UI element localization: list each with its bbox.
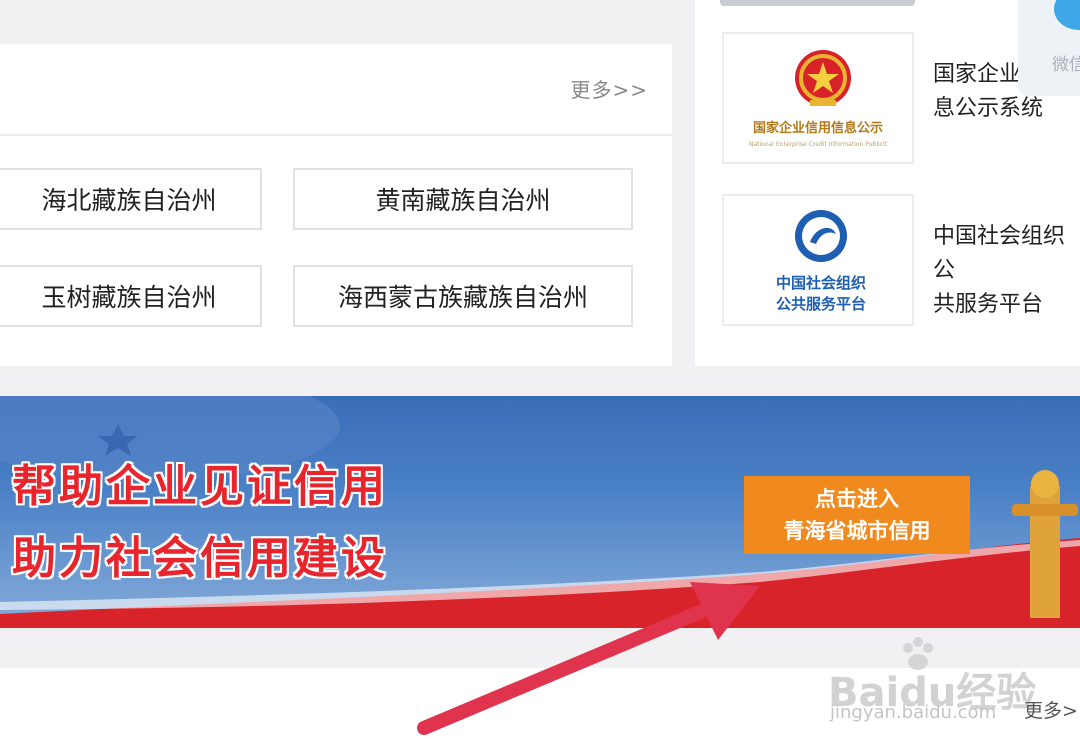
credit-banner[interactable]: 帮助企业见证信用 助力社会信用建设 点击进入 青海省城市信用 bbox=[0, 396, 1080, 628]
wechat-label: 微信 bbox=[1052, 55, 1080, 75]
social-org-logo[interactable]: 中国社会组织 公共服务平台 bbox=[722, 194, 914, 326]
enter-button-line1: 点击进入 bbox=[815, 487, 899, 511]
watermark-url: jingyan.baidu.com bbox=[830, 702, 997, 723]
logo-text-line1: 中国社会组织 bbox=[776, 274, 866, 292]
wechat-icon bbox=[1054, 0, 1080, 30]
enterprise-credit-logo[interactable]: 国家企业信用信息公示 National Enterprise Credit In… bbox=[722, 32, 914, 164]
social-org-emblem-icon: 中国社会组织 公共服务平台 bbox=[776, 210, 866, 313]
enter-button-line2: 青海省城市信用 bbox=[783, 519, 931, 543]
logo-text-en: National Enterprise Credit Information P… bbox=[749, 141, 888, 148]
logo-text-line2: 公共服务平台 bbox=[776, 295, 866, 313]
top-card-edge bbox=[720, 0, 915, 6]
baidu-watermark: Baidu经验 jingyan.baidu.com bbox=[828, 637, 1036, 728]
panel-header: 更多>> bbox=[0, 44, 672, 136]
region-button-haixi[interactable]: 海西蒙古族藏族自治州 bbox=[293, 265, 633, 327]
region-button-haibei[interactable]: 海北藏族自治州 bbox=[0, 168, 262, 230]
regions-panel: 更多>> 海北藏族自治州 黄南藏族自治州 玉树藏族自治州 海西蒙古族藏族自治州 bbox=[0, 44, 672, 366]
bottom-more-link[interactable]: 更多> bbox=[1024, 696, 1078, 723]
slogan-line1: 帮助企业见证信用 bbox=[12, 461, 388, 512]
social-org-link[interactable]: 中国社会组织公 共服务平台 bbox=[933, 220, 1080, 322]
slogan-line2: 助力社会信用建设 bbox=[12, 533, 388, 584]
logo-text-cn: 国家企业信用信息公示 bbox=[753, 120, 883, 136]
wechat-widget[interactable]: 微信 bbox=[1018, 0, 1080, 96]
national-emblem-icon: 国家企业信用信息公示 National Enterprise Credit In… bbox=[749, 50, 888, 148]
region-button-huangnan[interactable]: 黄南藏族自治州 bbox=[293, 168, 633, 230]
more-link[interactable]: 更多>> bbox=[570, 74, 648, 103]
region-button-yushu[interactable]: 玉树藏族自治州 bbox=[0, 265, 262, 327]
enter-city-credit-button[interactable]: 点击进入 青海省城市信用 bbox=[744, 476, 970, 554]
